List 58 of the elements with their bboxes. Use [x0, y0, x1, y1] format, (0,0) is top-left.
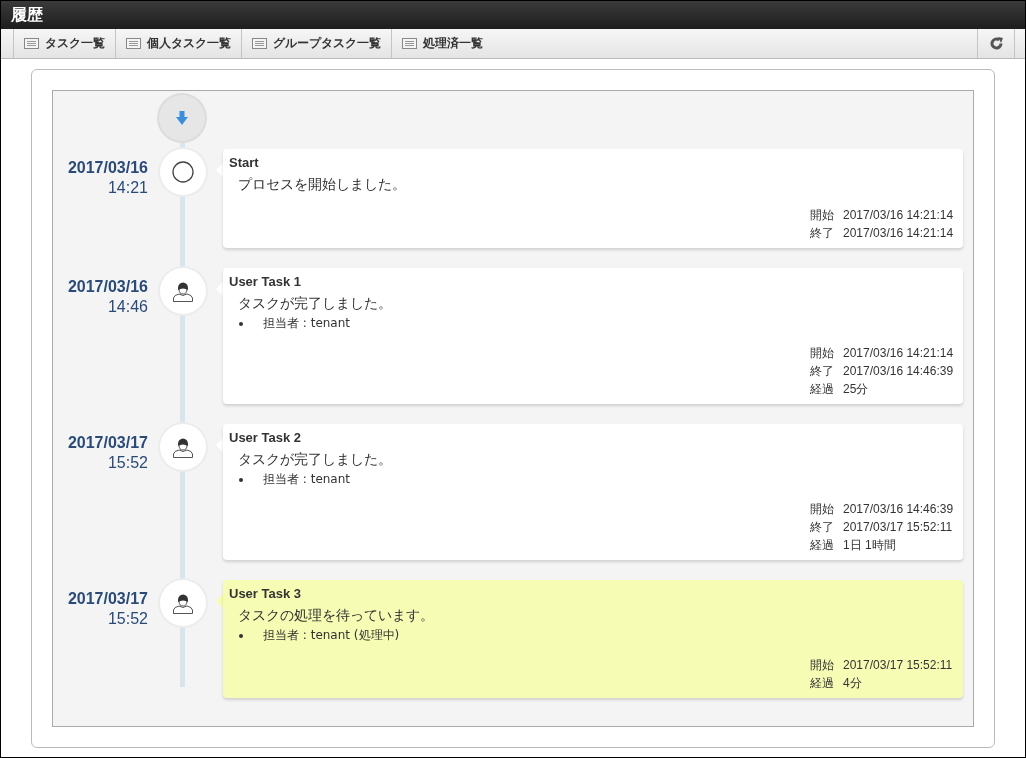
event-time: 15:52 [107, 610, 148, 628]
detail-label: 経過 [810, 537, 834, 554]
assignee-text: 担当者 : tenant [263, 315, 351, 332]
bullet-dot [239, 633, 243, 638]
circle-icon [172, 161, 194, 183]
detail-label: 経過 [810, 675, 834, 692]
event-date: 2017/03/16 [67, 278, 148, 296]
event-time: 15:52 [107, 454, 148, 472]
toolbar-tab[interactable]: 処理済一覧 [391, 29, 493, 58]
list-icon [126, 38, 141, 49]
event-title: User Task 3 [229, 586, 303, 601]
detail-value: 2017/03/17 15:52:11 [843, 519, 953, 536]
event-message: タスクが完了しました。 [238, 295, 393, 313]
event-time: 14:46 [107, 298, 148, 316]
event-date: 2017/03/17 [67, 590, 148, 608]
list-icon [402, 38, 417, 49]
assignee-text: 担当者 : tenant [263, 471, 351, 488]
event-message: タスクの処理を待っています。 [238, 607, 435, 625]
assignee-text: 担当者 : tenant (処理中) [263, 627, 400, 644]
bullet-dot [239, 321, 243, 326]
toolbar-tab[interactable]: タスク一覧 [13, 29, 115, 58]
detail-label: 経過 [810, 381, 834, 398]
detail-value: 2017/03/16 14:21:14 [843, 207, 954, 224]
event-date: 2017/03/17 [67, 434, 148, 452]
event-time: 14:21 [107, 179, 148, 197]
refresh-button[interactable] [977, 29, 1015, 58]
event-message: タスクが完了しました。 [238, 451, 393, 469]
detail-value: 2017/03/16 14:46:39 [843, 501, 954, 518]
detail-value: 2017/03/16 14:21:14 [843, 225, 954, 242]
toolbar-tab[interactable]: 個人タスク一覧 [115, 29, 241, 58]
detail-label: 終了 [810, 519, 834, 536]
list-icon [252, 38, 267, 49]
event-message: プロセスを開始しました。 [238, 176, 407, 194]
detail-label: 開始 [810, 345, 834, 362]
detail-label: 開始 [810, 657, 834, 674]
window-title: 履歴 [11, 4, 43, 25]
detail-value: 2017/03/17 15:52:11 [843, 657, 953, 674]
list-icon [24, 38, 39, 49]
detail-value: 25分 [843, 381, 869, 398]
detail-value: 4分 [843, 675, 862, 692]
detail-value: 2017/03/16 14:46:39 [843, 363, 954, 380]
event-date: 2017/03/16 [67, 159, 148, 177]
bullet-dot [239, 477, 243, 482]
detail-label: 終了 [810, 225, 834, 242]
detail-label: 開始 [810, 501, 834, 518]
person-icon [172, 592, 194, 614]
detail-value: 1日 1時間 [843, 537, 896, 554]
refresh-icon [989, 37, 1003, 50]
person-icon [172, 436, 194, 458]
toolbar-tab[interactable]: グループタスク一覧 [241, 29, 391, 58]
detail-label: 終了 [810, 363, 834, 380]
event-title: Start [229, 155, 260, 170]
down-arrow-icon [176, 111, 188, 125]
detail-value: 2017/03/16 14:21:14 [843, 345, 954, 362]
event-title: User Task 2 [229, 430, 303, 445]
detail-label: 開始 [810, 207, 834, 224]
event-title: User Task 1 [229, 274, 303, 289]
person-icon [172, 280, 194, 302]
